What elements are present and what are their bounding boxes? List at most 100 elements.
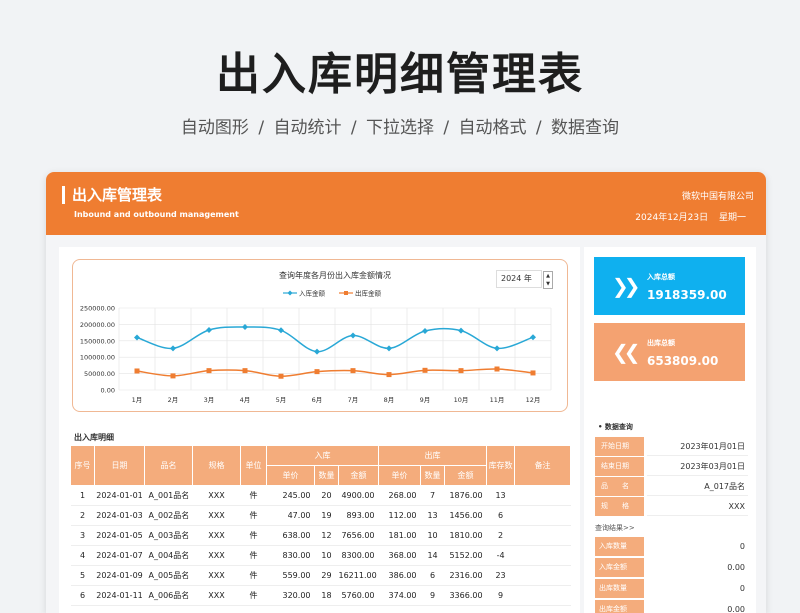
result-label: 入库金额	[595, 558, 644, 577]
year-spinner[interactable]: ▲ ▼	[543, 271, 553, 289]
table-cell	[514, 505, 571, 526]
banner-title: 出入库管理表	[72, 186, 163, 204]
table-cell	[514, 485, 571, 506]
year-selector[interactable]: 2024 年 ▲ ▼	[496, 270, 553, 289]
table-cell: 12	[314, 525, 339, 546]
detail-table: 序号 日期 品名 规格 单位 入库 出库 库存数 备注 单价 数量 金额 单价 …	[70, 445, 572, 606]
data-point	[494, 345, 500, 352]
query-value[interactable]: 2023年01月01日	[647, 437, 748, 456]
right-panel: ❯❯ 入库总额 1918359.00 ❮❮ 出库总额 653809.00 • 数…	[584, 247, 756, 613]
col-name: 品名	[144, 445, 193, 486]
query-spec[interactable]: 规 格 XXX	[595, 497, 748, 517]
col-remark: 备注	[514, 445, 572, 486]
table-row[interactable]: 5 2024-01-09 A_005品名 XXX 件 559.00 29 16211.00 38…	[70, 565, 571, 586]
table-cell: -4	[486, 545, 515, 566]
table-cell: 2	[486, 525, 515, 546]
query-value[interactable]: 2023年03月01日	[647, 457, 748, 476]
dashboard-card: 出入库管理表 Inbound and outbound management 微…	[46, 172, 766, 613]
data-point	[242, 324, 248, 331]
outbound-total-value: 653809.00	[647, 354, 719, 368]
table-cell: 5760.00	[338, 585, 379, 606]
table-cell: 1	[70, 485, 95, 506]
left-panel: 查询年度各月份出入库金额情况 入库金额 出库金额 0.00 50000.00 100000…	[59, 247, 580, 613]
table-cell: 20	[314, 485, 339, 506]
query-start-date[interactable]: 开始日期 2023年01月01日	[595, 437, 748, 457]
spin-down-icon[interactable]: ▼	[544, 280, 552, 288]
table-cell: 5	[70, 565, 95, 586]
col-stock: 库存数	[486, 445, 516, 486]
chevron-left-double-icon: ❮❮	[612, 340, 640, 364]
query-product-name[interactable]: 品 名 A_017品名	[595, 477, 748, 497]
detail-table-title: 出入库明细	[74, 433, 114, 442]
table-cell: 14	[420, 545, 445, 566]
table-cell: 245.00	[266, 485, 315, 506]
table-cell: 1456.00	[444, 505, 487, 526]
result-outbound-amount: 出库金额 0.00	[595, 600, 748, 613]
col-seq: 序号	[70, 445, 95, 486]
data-point	[242, 368, 248, 374]
table-cell: 6	[70, 585, 95, 606]
data-point	[134, 334, 140, 341]
table-cell: 2024-01-01	[94, 485, 145, 506]
chart-box: 查询年度各月份出入库金额情况 入库金额 出库金额 0.00 50000.00 100000…	[72, 259, 568, 412]
table-cell: 2024-01-05	[94, 525, 145, 546]
col-spec: 规格	[192, 445, 241, 486]
table-cell: 374.00	[378, 585, 421, 606]
inbound-total-label: 入库总额	[647, 273, 675, 281]
table-cell: 件	[240, 585, 267, 606]
y-tick-label: 50000.00	[84, 370, 115, 378]
table-cell: 830.00	[266, 545, 315, 566]
result-inbound-qty: 入库数量 0	[595, 537, 748, 557]
table-cell	[514, 525, 571, 546]
table-row[interactable]: 4 2024-01-07 A_004品名 XXX 件 830.00 10 8300.00 368…	[70, 545, 571, 566]
table-row[interactable]: 2 2024-01-03 A_002品名 XXX 件 47.00 19 893.00 112.0…	[70, 505, 571, 526]
header-banner: 出入库管理表 Inbound and outbound management 微…	[46, 172, 766, 235]
data-point	[206, 368, 212, 374]
year-value: 2024 年	[501, 274, 532, 283]
monthly-amount-chart: 查询年度各月份出入库金额情况入库金额 出库金额 0.00 50000.00 100000…	[80, 270, 552, 404]
y-tick-label: 250000.00	[80, 305, 115, 313]
query-end-date[interactable]: 结束日期 2023年03月01日	[595, 457, 748, 477]
table-cell: 2024-01-03	[94, 505, 145, 526]
table-cell: XXX	[192, 525, 241, 546]
data-point	[458, 327, 464, 334]
table-cell: 368.00	[378, 545, 421, 566]
query-label: 品 名	[595, 477, 644, 496]
title-accent-bar	[62, 186, 65, 204]
chart-title: 查询年度各月份出入库金额情况	[279, 270, 391, 280]
query-value[interactable]: A_017品名	[647, 477, 748, 496]
data-point	[278, 327, 284, 334]
query-value[interactable]: XXX	[647, 497, 748, 516]
table-cell: 181.00	[378, 525, 421, 546]
table-row[interactable]: 6 2024-01-11 A_006品名 XXX 件 320.00 18 5760.00 374…	[70, 585, 571, 606]
query-result-link[interactable]: 查询结果>>	[595, 523, 635, 533]
x-tick-label: 6月	[312, 396, 323, 404]
table-cell	[514, 565, 571, 586]
x-tick-label: 10月	[454, 396, 469, 404]
table-cell: A_003品名	[144, 525, 193, 546]
table-cell: 386.00	[378, 565, 421, 586]
result-value: 0.00	[727, 563, 745, 572]
spin-up-icon[interactable]: ▲	[544, 272, 552, 280]
table-cell: 1876.00	[444, 485, 487, 506]
company-name: 微软中国有限公司	[681, 192, 754, 202]
data-point	[422, 367, 428, 373]
table-cell: 2024-01-11	[94, 585, 145, 606]
result-value: 0.00	[727, 605, 745, 613]
data-point	[422, 327, 428, 334]
table-row[interactable]: 3 2024-01-05 A_003品名 XXX 件 638.00 12 7656.00 181…	[70, 525, 571, 546]
col-in-qty: 数量	[314, 465, 339, 486]
outbound-total-card: ❮❮ 出库总额 653809.00	[594, 323, 745, 381]
x-tick-label: 5月	[276, 396, 287, 404]
data-point	[458, 368, 464, 374]
table-cell: 件	[240, 525, 267, 546]
table-cell: 320.00	[266, 585, 315, 606]
query-label: 规 格	[595, 497, 644, 516]
query-title: • 数据查询	[598, 423, 633, 431]
table-row[interactable]: 1 2024-01-01 A_001品名 XXX 件 245.00 20 4900.00 268…	[70, 485, 571, 506]
x-tick-label: 11月	[490, 396, 505, 404]
main-content: 查询年度各月份出入库金额情况 入库金额 出库金额 0.00 50000.00 100000…	[46, 235, 766, 613]
table-cell: XXX	[192, 545, 241, 566]
table-cell: 6	[420, 565, 445, 586]
x-tick-label: 8月	[384, 396, 395, 404]
